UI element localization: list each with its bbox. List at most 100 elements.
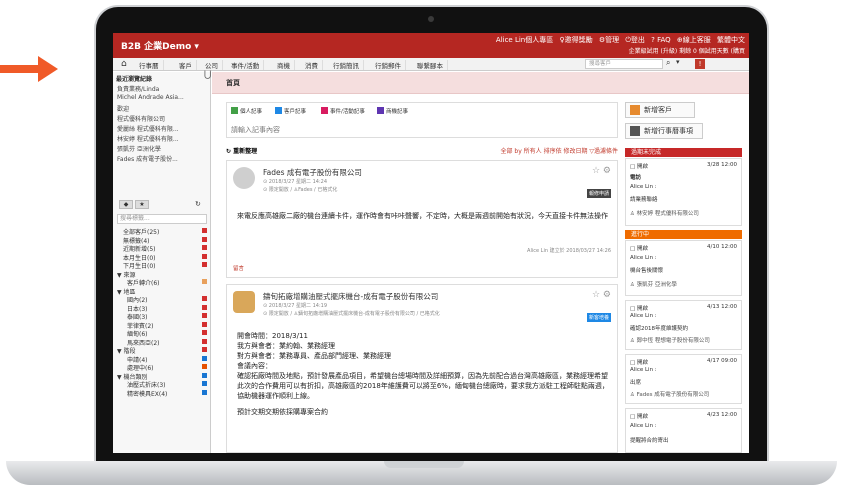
feed-post: ☆ ⚙ 鑄旬拓廠增購油壓式擺床機台-成有電子股份有限公司 ⊙ 2018/3/27… <box>226 284 618 453</box>
recent-item[interactable]: 負責業務/Linda <box>117 84 209 94</box>
search-input[interactable]: 搜尋客戶 <box>585 59 663 69</box>
notification-badge[interactable]: ! <box>695 59 705 69</box>
section-overdue[interactable]: 過期未完成 <box>625 148 742 157</box>
money-bag-icon <box>233 291 255 313</box>
filter-group[interactable]: ▼ 機台類別 <box>117 372 209 381</box>
refresh-icon[interactable]: ↻ <box>195 200 201 208</box>
task-card[interactable]: □ 開啟 4/17 09:00 Alice Lin : 出席 ♙ Fades 成有… <box>625 354 742 404</box>
recent-item[interactable]: 張凱芬 亞洲化學 <box>117 144 209 154</box>
task-card[interactable]: □ 開啟 4/23 12:00 Alice Lin : 提醒將合約寄出 <box>625 408 742 453</box>
pointer-arrow-icon <box>0 56 58 82</box>
tag-search-input[interactable]: 搜尋標籤... <box>117 214 207 224</box>
sidebar: 最近瀏覽紀錄 負責業務/Linda Michel Andrade Asia...… <box>113 72 211 453</box>
filter-item[interactable]: 油壓式折床(3) <box>117 380 209 389</box>
filter-item[interactable]: 緬甸(6) <box>117 329 209 338</box>
search-icon[interactable]: ⌕ <box>666 58 670 68</box>
filter-item[interactable]: 客戶轉介(6) <box>117 278 209 287</box>
post-body: 來電反應高雄廠二廠的機台連續卡件，運作時會有咔咔聲響，不定時，大概是兩週前開始有… <box>237 212 608 220</box>
filter-item[interactable]: 本月生日(0) <box>117 253 209 262</box>
tab-deal-note[interactable]: 商機記事 <box>377 107 408 115</box>
filter-group[interactable]: ▼ 地區 <box>117 287 209 296</box>
nav-sms[interactable]: 行銷簡訊 <box>329 60 364 70</box>
nav-events[interactable]: 事件/活動 <box>227 60 265 70</box>
nav-customers[interactable]: 客戶 <box>175 60 197 70</box>
tab-personal-note[interactable]: 個人記事 <box>231 107 262 115</box>
page-title: 首頁 <box>226 79 240 87</box>
app-screen: B2B 企業Demo ▾ Alice Lin個人專區 ♀邀得獎勵 ⚙管理 ⏻登出… <box>113 33 749 453</box>
feed-filters[interactable]: 全部 by 所有人 排序依 修改日期 ▽過濾條件 <box>500 146 618 155</box>
filter-item[interactable]: 精密模具EX(4) <box>117 389 209 398</box>
filter-group[interactable]: ▼ 階段 <box>117 346 209 355</box>
post-visibility: ⊙ 限定開放 / ♙鑄旬拓廠增購油壓式擺床機台-成有電子股份有限公司 / 已格式… <box>263 311 440 317</box>
breadcrumb: ⋃ 首頁 <box>204 70 749 94</box>
nav-purchases[interactable]: 消費 <box>301 60 323 70</box>
recent-item[interactable]: 歡迎 <box>117 104 209 114</box>
filter-item[interactable]: 申請(4) <box>117 355 209 364</box>
nav-email[interactable]: 行銷郵件 <box>371 60 406 70</box>
filter-list: 全部客戶(25) 無標籤(4) 近期新增(5) 本月生日(0) 下月生日(0) … <box>117 227 209 398</box>
logout-link[interactable]: ⏻登出 <box>625 36 645 44</box>
recent-title: 最近瀏覽紀錄 <box>116 76 153 83</box>
nav-calendar[interactable]: 行事曆 <box>135 60 164 70</box>
filter-item[interactable]: 國內(2) <box>117 295 209 304</box>
filter-group[interactable]: ▼ 來源 <box>117 270 209 279</box>
filter-item[interactable]: 無標籤(4) <box>117 236 209 245</box>
post-footer: Alice Lin 建立於 2018/03/27 14:26 <box>527 248 611 254</box>
admin-link[interactable]: ⚙管理 <box>599 36 619 44</box>
filter-item[interactable]: 全部客戶(25) <box>117 227 209 236</box>
tag-icon[interactable]: ◆ <box>119 200 133 209</box>
recent-item[interactable]: 程式優科有限公司 <box>117 114 209 124</box>
star-icon[interactable]: ☆ ⚙ <box>592 166 611 176</box>
nav-deals[interactable]: 商機 <box>273 60 295 70</box>
post-title[interactable]: Fades 成有電子股份有限公司 <box>263 167 362 178</box>
recent-item[interactable]: 林安婷 程式優科有限... <box>117 134 209 144</box>
filter-item[interactable]: 馬來西亞(2) <box>117 338 209 347</box>
status-badge: 新客培養 <box>586 313 611 322</box>
user-profile-link[interactable]: Alice Lin個人專區 <box>496 36 553 44</box>
filter-item[interactable]: 近期新增(5) <box>117 244 209 253</box>
post-title[interactable]: 鑄旬拓廠增購油壓式擺床機台-成有電子股份有限公司 <box>263 291 438 302</box>
list-icon <box>630 126 640 136</box>
filter-item[interactable]: 日本(3) <box>117 304 209 313</box>
comment-link[interactable]: 留言 <box>233 264 244 272</box>
recent-item[interactable]: 愛麗絲 程式優科有限... <box>117 124 209 134</box>
trial-info[interactable]: 企業級試用 (升級) 剩餘 0 個試用天數 (購買 <box>629 46 745 55</box>
filter-item[interactable]: 處理中(6) <box>117 363 209 372</box>
star-icon[interactable]: ☆ ⚙ <box>592 290 611 300</box>
recent-list: 負責業務/Linda Michel Andrade Asia... 歡迎 程式優… <box>117 84 209 164</box>
filter-item[interactable]: 泰國(3) <box>117 312 209 321</box>
rewards-link[interactable]: ♀邀得獎勵 <box>559 36 592 44</box>
tab-event-note[interactable]: 事件/活動記事 <box>321 107 365 115</box>
chevron-down-icon[interactable]: ▾ <box>676 58 680 66</box>
marketing-scene: B2B 企業Demo ▾ Alice Lin個人專區 ♀邀得獎勵 ⚙管理 ⏻登出… <box>0 0 843 492</box>
support-link[interactable]: ⊕線上客服 <box>677 36 711 44</box>
tab-customer-note[interactable]: 客戶記事 <box>275 107 306 115</box>
collapse-handle-icon[interactable]: ⋃ <box>204 70 211 80</box>
main-content: ⋃ 首頁 個人記事 客戶記事 事件/活動記事 商機記事 請輸入記事內容 ↻ 重新… <box>204 70 749 453</box>
section-ongoing[interactable]: 進行中 <box>625 230 742 239</box>
recent-item[interactable]: Michel Andrade Asia... <box>117 94 209 104</box>
post-visibility: ⊙ 限定開放 / ♙Fades / 已格式化 <box>263 187 338 193</box>
note-input[interactable]: 請輸入記事內容 <box>231 125 280 135</box>
filter-item[interactable]: 菲律賓(2) <box>117 321 209 330</box>
task-card[interactable]: □ 開啟 4/13 12:00 Alice Lin : 確認2018年度維護契約 … <box>625 300 742 350</box>
filter-item[interactable]: 下月生日(0) <box>117 261 209 270</box>
post-date: ⊙ 2018/3/27 星期二 14:19 <box>263 303 328 309</box>
add-customer-button[interactable]: 新增客戶 <box>625 102 695 118</box>
home-icon[interactable]: ⌂ <box>121 59 127 70</box>
feed-header: ↻ 重新整理 全部 by 所有人 排序依 修改日期 ▽過濾條件 <box>226 146 618 156</box>
nav-companies[interactable]: 公司 <box>201 60 223 70</box>
recent-item[interactable]: Fades 成有電子股份... <box>117 154 209 164</box>
language-select[interactable]: 繁體中文 <box>717 36 745 44</box>
nav-scripts[interactable]: 聯繫腳本 <box>413 60 448 70</box>
task-card[interactable]: □ 開啟 3/28 12:00 電訪 Alice Lin : 請業務聯絡 ♙ 林安… <box>625 158 742 226</box>
refresh-feed-button[interactable]: ↻ 重新整理 <box>226 146 257 155</box>
camera-icon <box>428 16 434 22</box>
avatar <box>233 167 255 189</box>
add-calendar-event-button[interactable]: 新增行事曆事項 <box>625 123 703 139</box>
post-body: 開會時間：2018/3/11 我方與會者：業約翰、業務經理 對方與會者：業務專員… <box>237 332 609 416</box>
app-brand[interactable]: B2B 企業Demo ▾ <box>121 39 199 52</box>
star-icon[interactable]: ★ <box>135 200 149 209</box>
faq-link[interactable]: ? FAQ <box>651 36 671 44</box>
task-card[interactable]: □ 開啟 4/10 12:00 Alice Lin : 機台售後關懷 ♙ 張凱芬 … <box>625 240 742 296</box>
